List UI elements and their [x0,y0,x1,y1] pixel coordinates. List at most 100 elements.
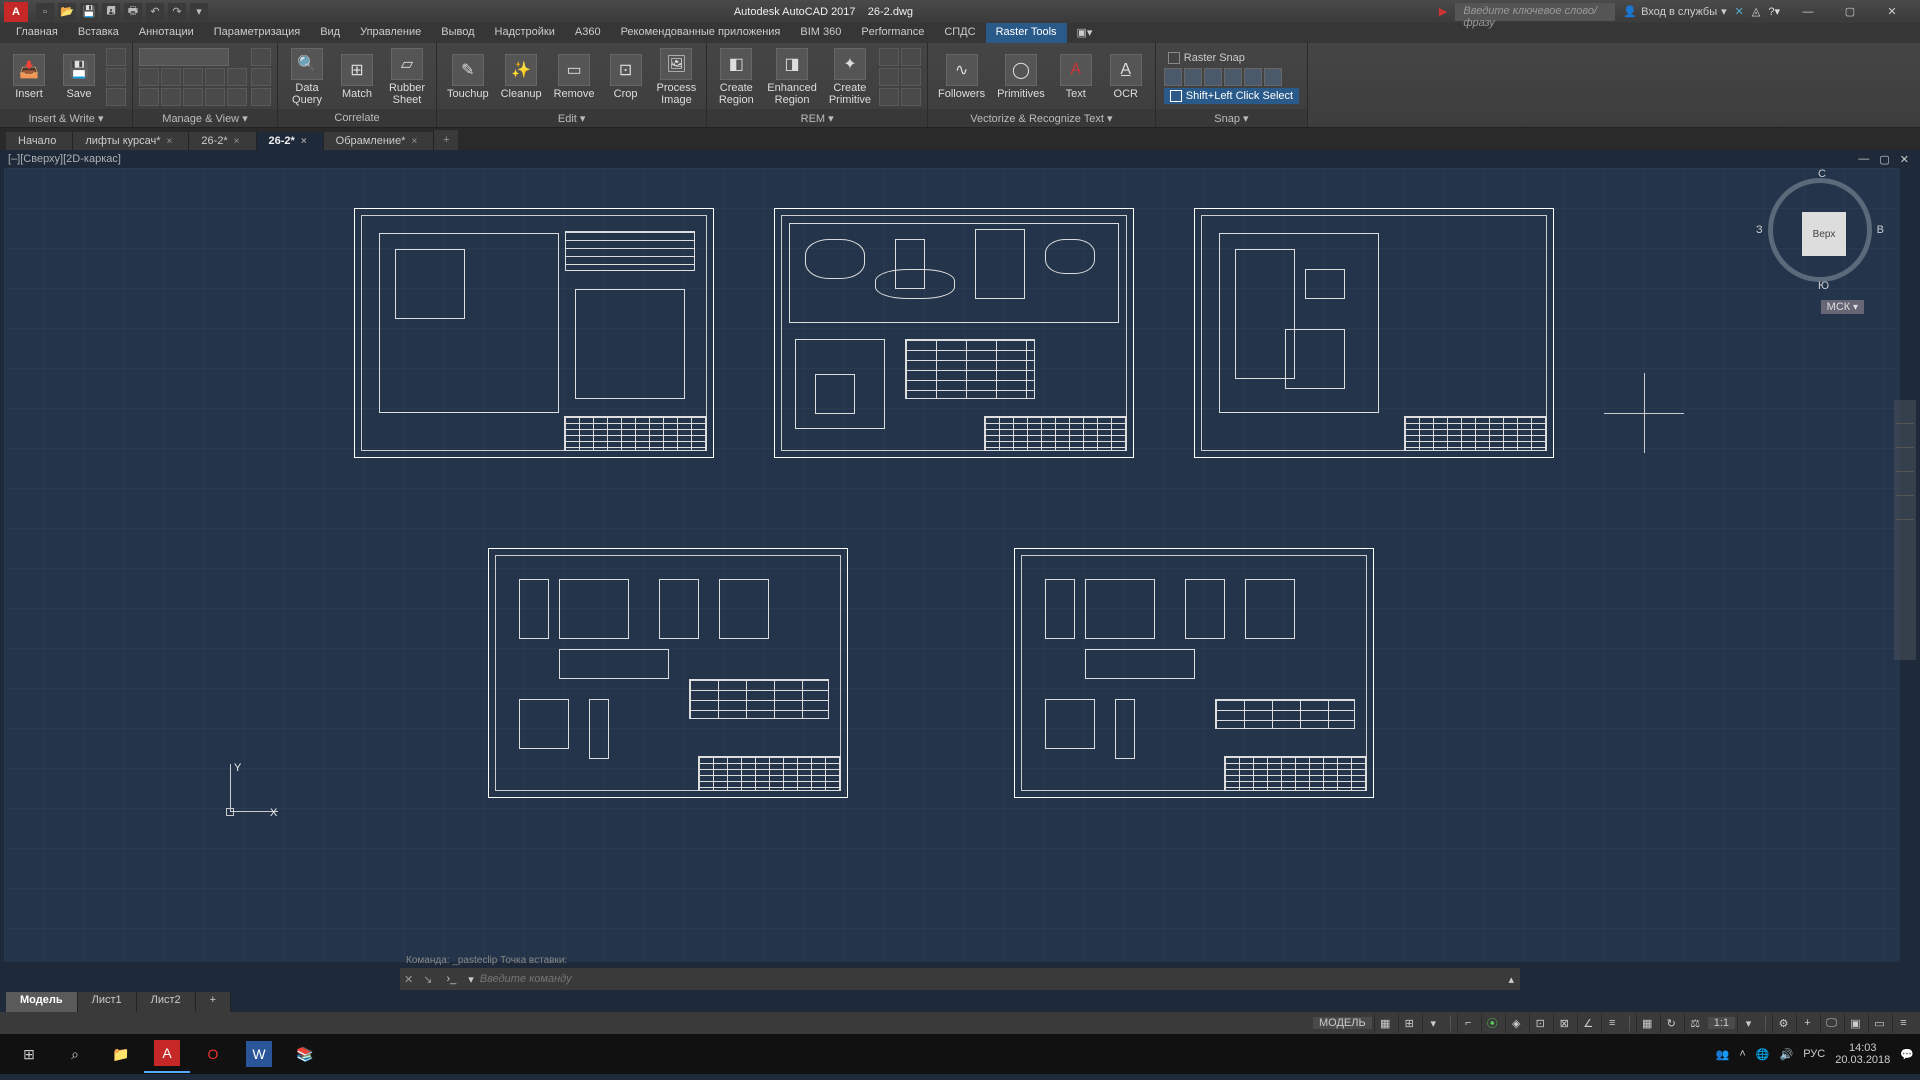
tab-annotate[interactable]: Аннотации [129,23,204,43]
snap-5[interactable] [1244,68,1262,86]
tab-layout2[interactable]: Лист2 [137,992,196,1012]
mv-g[interactable] [161,88,181,106]
add-layout-button[interactable]: + [196,992,231,1012]
create-region-button[interactable]: ◧Create Region [713,46,759,108]
doc-tab-3[interactable]: 26-2*× [257,132,324,150]
raster-snap-toggle[interactable]: Raster Snap [1164,50,1299,66]
mv-j[interactable] [227,88,247,106]
iw-btn-1[interactable] [106,48,126,66]
qat-open-icon[interactable]: 📂 [58,3,76,21]
tab-a360[interactable]: A360 [565,23,611,43]
qat-plot-icon[interactable]: 🖶 [124,3,142,21]
qat-redo-icon[interactable]: ↷ [168,3,186,21]
status-osnap-icon[interactable]: ⊡ [1529,1013,1551,1033]
close-button[interactable]: ✕ [1872,2,1912,22]
mv-m[interactable] [251,88,271,106]
tray-clock[interactable]: 14:03 20.03.2018 [1835,1042,1890,1066]
viewcube[interactable]: Верх С В Ю З [1760,170,1880,290]
status-custom-icon[interactable]: ≡ [1892,1013,1914,1033]
status-cycling-icon[interactable]: ↻ [1660,1013,1682,1033]
cleanup-button[interactable]: ✨Cleanup [497,52,546,102]
mv-a[interactable] [139,68,159,86]
tray-people-icon[interactable]: 👥 [1716,1048,1730,1061]
vp-close-button[interactable]: ✕ [1897,153,1912,166]
crop-button[interactable]: ⊡Crop [603,52,649,102]
qat-undo-icon[interactable]: ↶ [146,3,164,21]
tab-home[interactable]: Главная [6,23,68,43]
record-icon[interactable]: ▶ [1439,5,1447,18]
mv-h[interactable] [183,88,203,106]
tab-output[interactable]: Вывод [431,23,484,43]
nav-orbit-icon[interactable] [1896,474,1914,496]
mv-b[interactable] [161,68,181,86]
cmd-close-icon[interactable]: ✕ [400,973,417,986]
tab-insert[interactable]: Вставка [68,23,129,43]
tab-view[interactable]: Вид [310,23,350,43]
rem-b[interactable] [901,48,921,66]
remove-button[interactable]: ▭Remove [550,52,599,102]
status-polar-icon[interactable]: ⦿ [1481,1013,1503,1033]
tab-spds[interactable]: СПДС [934,23,985,43]
text-button[interactable]: AText [1053,52,1099,102]
status-dd-icon[interactable]: ▾ [1422,1013,1444,1033]
mv-l[interactable] [251,68,271,86]
mv-e[interactable] [227,68,247,86]
tray-lang-label[interactable]: РУС [1803,1048,1825,1060]
match-button[interactable]: ⊞Match [334,52,380,102]
rem-c[interactable] [879,68,899,86]
status-model-label[interactable]: МОДЕЛЬ [1313,1017,1372,1029]
rem-f[interactable] [901,88,921,106]
doc-tab-1[interactable]: лифты курсач*× [73,132,189,150]
status-otrack-icon[interactable]: ∠ [1577,1013,1599,1033]
snap-2[interactable] [1184,68,1202,86]
shift-click-select-toggle[interactable]: Shift+Left Click Select [1164,88,1299,104]
status-lineweight-icon[interactable]: ≡ [1601,1013,1623,1033]
qat-dropdown-icon[interactable]: ▾ [190,3,208,21]
enhanced-region-button[interactable]: ◨Enhanced Region [763,46,821,108]
status-snap-icon[interactable]: ⊞ [1398,1013,1420,1033]
maximize-button[interactable]: ▢ [1830,2,1870,22]
snap-1[interactable] [1164,68,1182,86]
cmd-expand-icon[interactable]: ▴ [1502,973,1520,986]
new-tab-button[interactable]: + [434,130,458,150]
word-button[interactable]: W [236,1035,282,1073]
qat-saveas-icon[interactable]: 🖪 [102,3,120,21]
status-monitor-icon[interactable]: 🖵 [1820,1013,1842,1033]
status-grid-icon[interactable]: ▦ [1374,1013,1396,1033]
status-gear-icon[interactable]: ⚙ [1772,1013,1794,1033]
mv-c[interactable] [183,68,203,86]
status-scale-label[interactable]: 1:1 [1708,1017,1735,1029]
followers-button[interactable]: ∿Followers [934,52,989,102]
touchup-button[interactable]: ✎Touchup [443,52,493,102]
mv-k[interactable] [251,48,271,66]
rubber-sheet-button[interactable]: ▱Rubber Sheet [384,46,430,108]
create-primitive-button[interactable]: ✦Create Primitive [825,46,875,108]
status-hw-icon[interactable]: ▣ [1844,1013,1866,1033]
primitives-button[interactable]: ◯Primitives [993,52,1049,102]
ocr-button[interactable]: A̲OCR [1103,52,1149,102]
help-icon[interactable]: ?▾ [1768,5,1780,18]
tab-model[interactable]: Модель [6,992,78,1012]
tab-manage[interactable]: Управление [350,23,431,43]
app-logo[interactable]: A [4,2,28,22]
stayconnected-icon[interactable]: ◬ [1752,5,1760,18]
tab-layout1[interactable]: Лист1 [78,992,137,1012]
process-image-button[interactable]: 🖼Process Image [653,46,701,108]
rem-a[interactable] [879,48,899,66]
help-search-input[interactable]: Введите ключевое слово/фразу [1455,3,1615,21]
rem-d[interactable] [901,68,921,86]
tab-performance[interactable]: Performance [851,23,934,43]
status-plus-icon[interactable]: + [1796,1013,1818,1033]
mv-layer-dropdown[interactable] [139,48,229,66]
snap-6[interactable] [1264,68,1282,86]
close-icon[interactable]: × [167,136,173,147]
exchange-icon[interactable]: ✕ [1735,5,1744,18]
iw-btn-2[interactable] [106,68,126,86]
status-ortho-icon[interactable]: ⌐ [1457,1013,1479,1033]
doc-tab-2[interactable]: 26-2*× [189,132,256,150]
close-icon[interactable]: × [234,136,240,147]
snap-4[interactable] [1224,68,1242,86]
status-dd2-icon[interactable]: ▾ [1737,1013,1759,1033]
save-button[interactable]: 💾Save [56,52,102,102]
iw-btn-3[interactable] [106,88,126,106]
